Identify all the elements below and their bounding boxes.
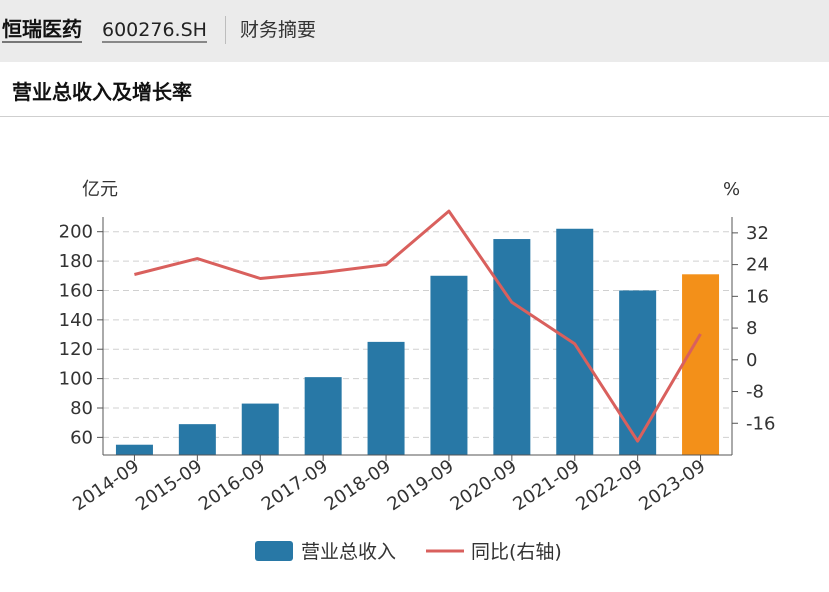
x-tick-label: 2021-09 (509, 456, 583, 515)
x-tick-label: 2020-09 (447, 456, 521, 515)
revenue-bar (619, 290, 657, 455)
left-tick-label: 140 (59, 310, 93, 331)
revenue-bar (430, 275, 468, 455)
right-tick-label: 8 (746, 318, 757, 339)
left-tick-label: 180 (59, 251, 93, 272)
revenue-bar (367, 341, 405, 455)
x-tick-label: 2014-09 (69, 456, 143, 515)
growth-rate-line (134, 209, 702, 443)
revenue-growth-chart: 6080100120140160180200 32241680-8-162014-… (59, 179, 776, 563)
revenue-bar (178, 424, 216, 455)
revenue-bar (241, 403, 279, 455)
left-tick-label: 60 (70, 427, 93, 448)
x-tick-label: 2019-09 (384, 456, 458, 515)
x-tick-label: 2022-09 (572, 456, 646, 515)
revenue-bar (115, 444, 153, 455)
right-tick-label: -8 (746, 382, 764, 403)
legend: 营业总收入 同比(右轴) (255, 541, 562, 563)
x-tick-label: 2017-09 (258, 456, 332, 515)
x-tick-label: 2018-09 (321, 456, 395, 515)
legend-bar-swatch (255, 541, 293, 561)
left-tick-label: 100 (59, 369, 93, 390)
right-tick-label: 24 (746, 255, 769, 276)
revenue-bar (682, 274, 720, 455)
growth-line (134, 209, 702, 443)
right-axis-unit: % (723, 179, 740, 200)
left-axis-unit: 亿元 (82, 179, 118, 200)
left-tick-label: 120 (59, 339, 93, 360)
x-tick-label: 2016-09 (195, 456, 269, 515)
x-tick-label: 2015-09 (132, 456, 206, 515)
left-tick-label: 80 (70, 398, 93, 419)
legend-bar-label: 营业总收入 (301, 541, 396, 563)
revenue-bar (493, 239, 531, 455)
left-tick-label: 160 (59, 280, 93, 301)
right-tick-label: -16 (746, 413, 775, 434)
right-tick-label: 32 (746, 223, 769, 244)
right-tick-label: 0 (746, 350, 757, 371)
revenue-bar (556, 228, 594, 455)
legend-line-label: 同比(右轴) (471, 541, 562, 563)
x-tick-label: 2023-09 (635, 456, 709, 515)
axes: 6080100120140160180200 32241680-8-162014-… (59, 217, 775, 515)
revenue-bar (304, 377, 342, 455)
left-tick-label: 200 (59, 222, 93, 243)
right-tick-label: 16 (746, 286, 769, 307)
